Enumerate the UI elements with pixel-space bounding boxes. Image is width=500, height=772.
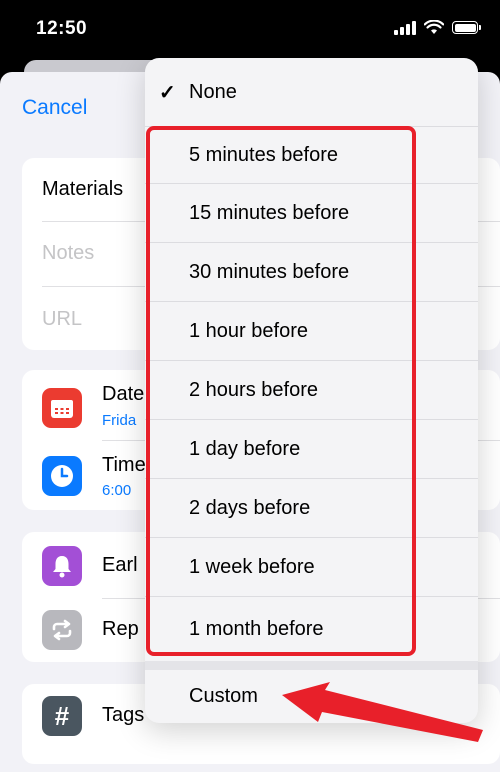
menu-item-5-minutes[interactable]: 5 minutes before: [145, 126, 478, 184]
clock-icon: [42, 456, 82, 496]
repeat-icon: [42, 610, 82, 650]
hashtag-icon: #: [42, 696, 82, 736]
time-toggle-label[interactable]: Time: [102, 454, 146, 477]
bell-icon: [42, 546, 82, 586]
menu-item-label: 30 minutes before: [189, 261, 350, 283]
tags-label[interactable]: Tags: [102, 704, 144, 727]
menu-item-label: Custom: [189, 685, 258, 707]
menu-item-label: 5 minutes before: [189, 143, 338, 166]
menu-item-label: 1 day before: [189, 438, 301, 460]
repeat-label[interactable]: Rep: [102, 618, 139, 641]
menu-item-label: 1 week before: [189, 556, 315, 578]
menu-item-1-hour[interactable]: 1 hour before: [145, 303, 478, 361]
menu-item-1-day[interactable]: 1 day before: [145, 421, 478, 479]
wifi-icon: [424, 20, 444, 34]
menu-item-1-week[interactable]: 1 week before: [145, 539, 478, 597]
status-bar: 12:50: [0, 0, 500, 60]
menu-item-30-minutes[interactable]: 30 minutes before: [145, 244, 478, 302]
menu-item-custom[interactable]: Custom: [145, 670, 478, 723]
early-reminder-menu: ✓ None 5 minutes before 15 minutes befor…: [145, 58, 478, 723]
date-toggle-label[interactable]: Date: [102, 383, 144, 406]
menu-item-2-hours[interactable]: 2 hours before: [145, 362, 478, 420]
time-value[interactable]: 6:00: [102, 482, 131, 499]
menu-item-1-month[interactable]: 1 month before: [145, 598, 478, 661]
url-field[interactable]: URL: [42, 308, 82, 331]
menu-item-label: 2 days before: [189, 497, 311, 519]
menu-item-label: None: [189, 80, 237, 103]
menu-item-label: 1 month before: [189, 618, 324, 640]
early-reminder-label[interactable]: Earl: [102, 554, 138, 577]
checkmark-icon: ✓: [159, 81, 176, 104]
menu-item-label: 15 minutes before: [189, 202, 350, 224]
title-field[interactable]: Materials: [42, 178, 123, 201]
status-time: 12:50: [36, 18, 88, 39]
menu-item-15-minutes[interactable]: 15 minutes before: [145, 185, 478, 243]
date-value[interactable]: Frida: [102, 412, 136, 429]
menu-item-none[interactable]: ✓ None: [145, 58, 478, 126]
battery-icon: [452, 21, 481, 34]
status-icons: [394, 20, 481, 35]
menu-item-2-days[interactable]: 2 days before: [145, 480, 478, 538]
cancel-button[interactable]: Cancel: [22, 96, 87, 120]
cellular-signal-icon: [394, 20, 416, 35]
notes-field[interactable]: Notes: [42, 242, 94, 265]
menu-item-label: 2 hours before: [189, 379, 318, 401]
menu-separator: [145, 661, 478, 670]
menu-item-label: 1 hour before: [189, 320, 308, 342]
calendar-icon: [42, 388, 82, 428]
